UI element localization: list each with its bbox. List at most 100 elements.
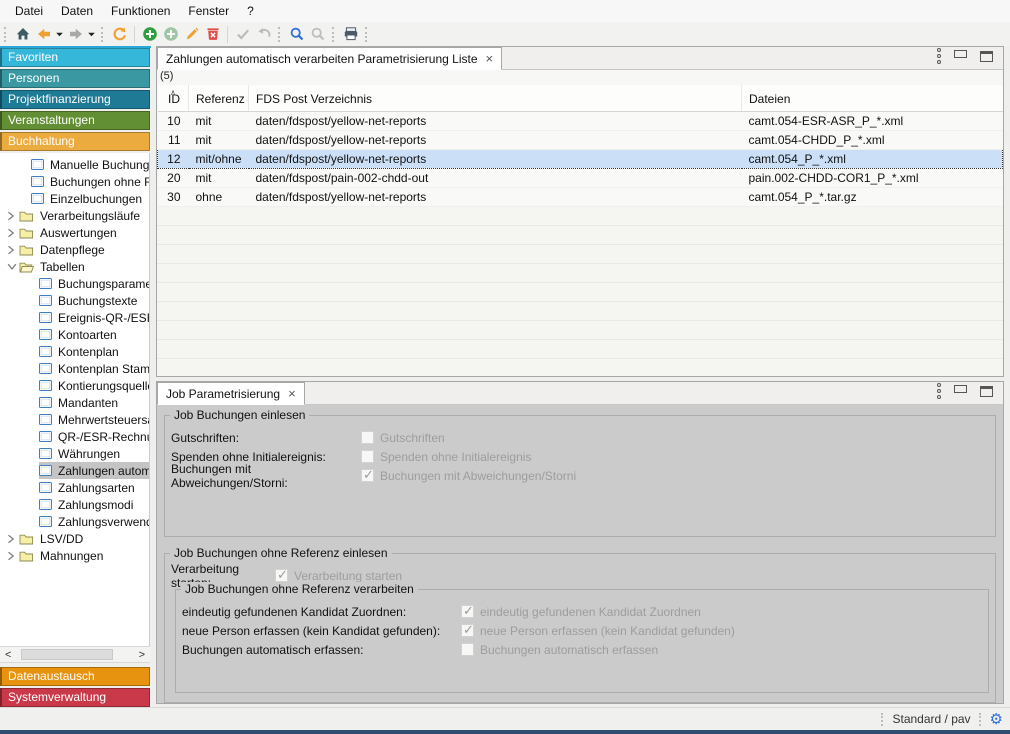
tree-item-21[interactable]: Zahlungsverwendu bbox=[0, 513, 149, 530]
table-row[interactable]: 30ohnedaten/fdspost/yellow-net-reportsca… bbox=[158, 187, 1003, 206]
checkbox-checked[interactable] bbox=[361, 469, 374, 482]
tree-item-8[interactable]: Buchungstexte bbox=[0, 292, 149, 309]
toolbar-grip[interactable] bbox=[332, 27, 336, 42]
view-menu-icon[interactable] bbox=[937, 383, 941, 399]
tree-item-0[interactable]: Manuelle Buchungen bbox=[0, 156, 149, 173]
tree-item-1[interactable]: Buchungen ohne Refe bbox=[0, 173, 149, 190]
scroll-right-arrow[interactable]: > bbox=[139, 648, 145, 662]
sidebar-section-personen[interactable]: Personen bbox=[0, 69, 150, 88]
sidebar-section-projektfinanzierung[interactable]: Projektfinanzierung bbox=[0, 90, 150, 109]
tree-item-22[interactable]: LSV/DD bbox=[0, 530, 149, 547]
maximize-icon[interactable] bbox=[980, 386, 993, 397]
print-button[interactable] bbox=[340, 24, 361, 45]
back-button[interactable] bbox=[33, 24, 54, 45]
sidebar-section-datenaustausch[interactable]: Datenaustausch bbox=[0, 667, 150, 686]
column-header-fds-post-verzeichnis[interactable]: FDS Post Verzeichnis bbox=[249, 85, 742, 111]
tree-item-17[interactable]: Währungen bbox=[0, 445, 149, 462]
tree-item-9[interactable]: Ereignis-QR-/ESR-R bbox=[0, 309, 149, 326]
tree-item-10[interactable]: Kontoarten bbox=[0, 326, 149, 343]
table-row[interactable]: 20mitdaten/fdspost/pain-002-chdd-outpain… bbox=[158, 168, 1003, 187]
table-cell: 10 bbox=[158, 111, 189, 130]
chevron-right-icon[interactable] bbox=[7, 245, 19, 255]
confirm-button[interactable] bbox=[232, 24, 253, 45]
sidebar-section-buchhaltung[interactable]: Buchhaltung bbox=[0, 132, 150, 151]
menu-item-2[interactable]: Funktionen bbox=[102, 1, 179, 21]
tree-item-6[interactable]: Tabellen bbox=[0, 258, 149, 275]
add-button[interactable] bbox=[139, 24, 160, 45]
checkbox-unchecked[interactable] bbox=[361, 450, 374, 463]
sidebar-section-favoriten[interactable]: Favoriten bbox=[0, 48, 150, 67]
tab-job-parametrisierung[interactable]: Job Parametrisierung × bbox=[157, 382, 305, 405]
tree-item-2[interactable]: Einzelbuchungen bbox=[0, 190, 149, 207]
minimize-icon[interactable] bbox=[954, 385, 967, 393]
tree-item-19[interactable]: Zahlungsarten bbox=[0, 479, 149, 496]
tree-item-14[interactable]: Mandanten bbox=[0, 394, 149, 411]
folder-icon bbox=[19, 533, 34, 545]
checkbox-checked[interactable] bbox=[461, 624, 474, 637]
settings-gear-icon[interactable]: ⚙ bbox=[990, 712, 1003, 727]
tree-item-16[interactable]: QR-/ESR-Rechnuns bbox=[0, 428, 149, 445]
chevron-right-icon[interactable] bbox=[7, 551, 19, 561]
menu-item-3[interactable]: Fenster bbox=[179, 1, 238, 21]
tree-item-23[interactable]: Mahnungen bbox=[0, 547, 149, 564]
menu-item-1[interactable]: Daten bbox=[52, 1, 102, 21]
back-menu-button[interactable] bbox=[54, 24, 65, 45]
table-row[interactable]: 12mit/ohnedaten/fdspost/yellow-net-repor… bbox=[158, 149, 1003, 168]
tree-item-15[interactable]: Mehrwertsteuersät bbox=[0, 411, 149, 428]
home-button[interactable] bbox=[12, 24, 33, 45]
minimize-icon[interactable] bbox=[954, 50, 967, 58]
tree-item-4[interactable]: Auswertungen bbox=[0, 224, 149, 241]
column-header-referenz[interactable]: Referenz bbox=[189, 85, 249, 111]
tree-item-20[interactable]: Zahlungsmodi bbox=[0, 496, 149, 513]
delete-button[interactable] bbox=[202, 24, 223, 45]
sidebar-tree: Manuelle BuchungenBuchungen ohne RefeEin… bbox=[0, 153, 150, 646]
sidebar: Favoriten Personen Projektfinanzierung Vera… bbox=[0, 46, 151, 707]
toolbar-grip[interactable] bbox=[278, 27, 282, 42]
maximize-icon[interactable] bbox=[980, 51, 993, 62]
chevron-right-icon[interactable] bbox=[7, 534, 19, 544]
tree-item-7[interactable]: Buchungsparametr bbox=[0, 275, 149, 292]
toolbar-grip[interactable] bbox=[4, 27, 8, 42]
tree-item-5[interactable]: Datenpflege bbox=[0, 241, 149, 258]
tree-item-label: Kontenplan bbox=[58, 345, 119, 359]
tab-close-icon[interactable]: × bbox=[288, 387, 296, 400]
menu-item-4[interactable]: ? bbox=[238, 1, 263, 21]
tree-item-18[interactable]: Zahlungen automat bbox=[0, 462, 149, 479]
chevron-right-icon[interactable] bbox=[7, 228, 19, 238]
toolbar-grip[interactable] bbox=[365, 27, 369, 42]
forward-button[interactable] bbox=[65, 24, 86, 45]
tab-zahlungen-liste[interactable]: Zahlungen automatisch verarbeiten Parame… bbox=[157, 47, 502, 70]
chevron-down-icon[interactable] bbox=[7, 262, 19, 272]
table-row[interactable]: 11mitdaten/fdspost/yellow-net-reportscam… bbox=[158, 130, 1003, 149]
checkbox-checked[interactable] bbox=[461, 605, 474, 618]
sidebar-horizontal-scrollbar[interactable]: < > bbox=[0, 646, 150, 663]
checkbox-checked[interactable] bbox=[275, 569, 288, 582]
edit-button[interactable] bbox=[181, 24, 202, 45]
column-header-dateien[interactable]: Dateien bbox=[742, 85, 1003, 111]
checkbox-unchecked[interactable] bbox=[361, 431, 374, 444]
search-alt-button[interactable] bbox=[307, 24, 328, 45]
column-header-id[interactable]: ID∧ bbox=[158, 85, 189, 111]
undo-button[interactable] bbox=[253, 24, 274, 45]
tree-item-11[interactable]: Kontenplan bbox=[0, 343, 149, 360]
tree-item-13[interactable]: Kontierungsquellen bbox=[0, 377, 149, 394]
search-button[interactable] bbox=[286, 24, 307, 45]
view-menu-icon[interactable] bbox=[937, 48, 941, 64]
table-icon bbox=[39, 312, 52, 323]
refresh-button[interactable] bbox=[109, 24, 130, 45]
table-row[interactable]: 10mitdaten/fdspost/yellow-net-reportscam… bbox=[158, 111, 1003, 130]
scrollbar-thumb[interactable] bbox=[21, 649, 113, 660]
chevron-right-icon[interactable] bbox=[7, 211, 19, 221]
tree-item-3[interactable]: Verarbeitungsläufe bbox=[0, 207, 149, 224]
sidebar-section-veranstaltungen[interactable]: Veranstaltungen bbox=[0, 111, 150, 130]
checkmark-icon bbox=[235, 26, 251, 42]
menu-item-0[interactable]: Datei bbox=[6, 1, 52, 21]
checkbox-unchecked[interactable] bbox=[461, 643, 474, 656]
forward-menu-button[interactable] bbox=[86, 24, 97, 45]
tab-close-icon[interactable]: × bbox=[486, 52, 494, 65]
sidebar-section-systemverwaltung[interactable]: Systemverwaltung bbox=[0, 688, 150, 707]
tree-item-12[interactable]: Kontenplan Stammt bbox=[0, 360, 149, 377]
scroll-left-arrow[interactable]: < bbox=[5, 648, 11, 662]
add-alt-button[interactable] bbox=[160, 24, 181, 45]
toolbar-grip[interactable] bbox=[101, 27, 105, 42]
